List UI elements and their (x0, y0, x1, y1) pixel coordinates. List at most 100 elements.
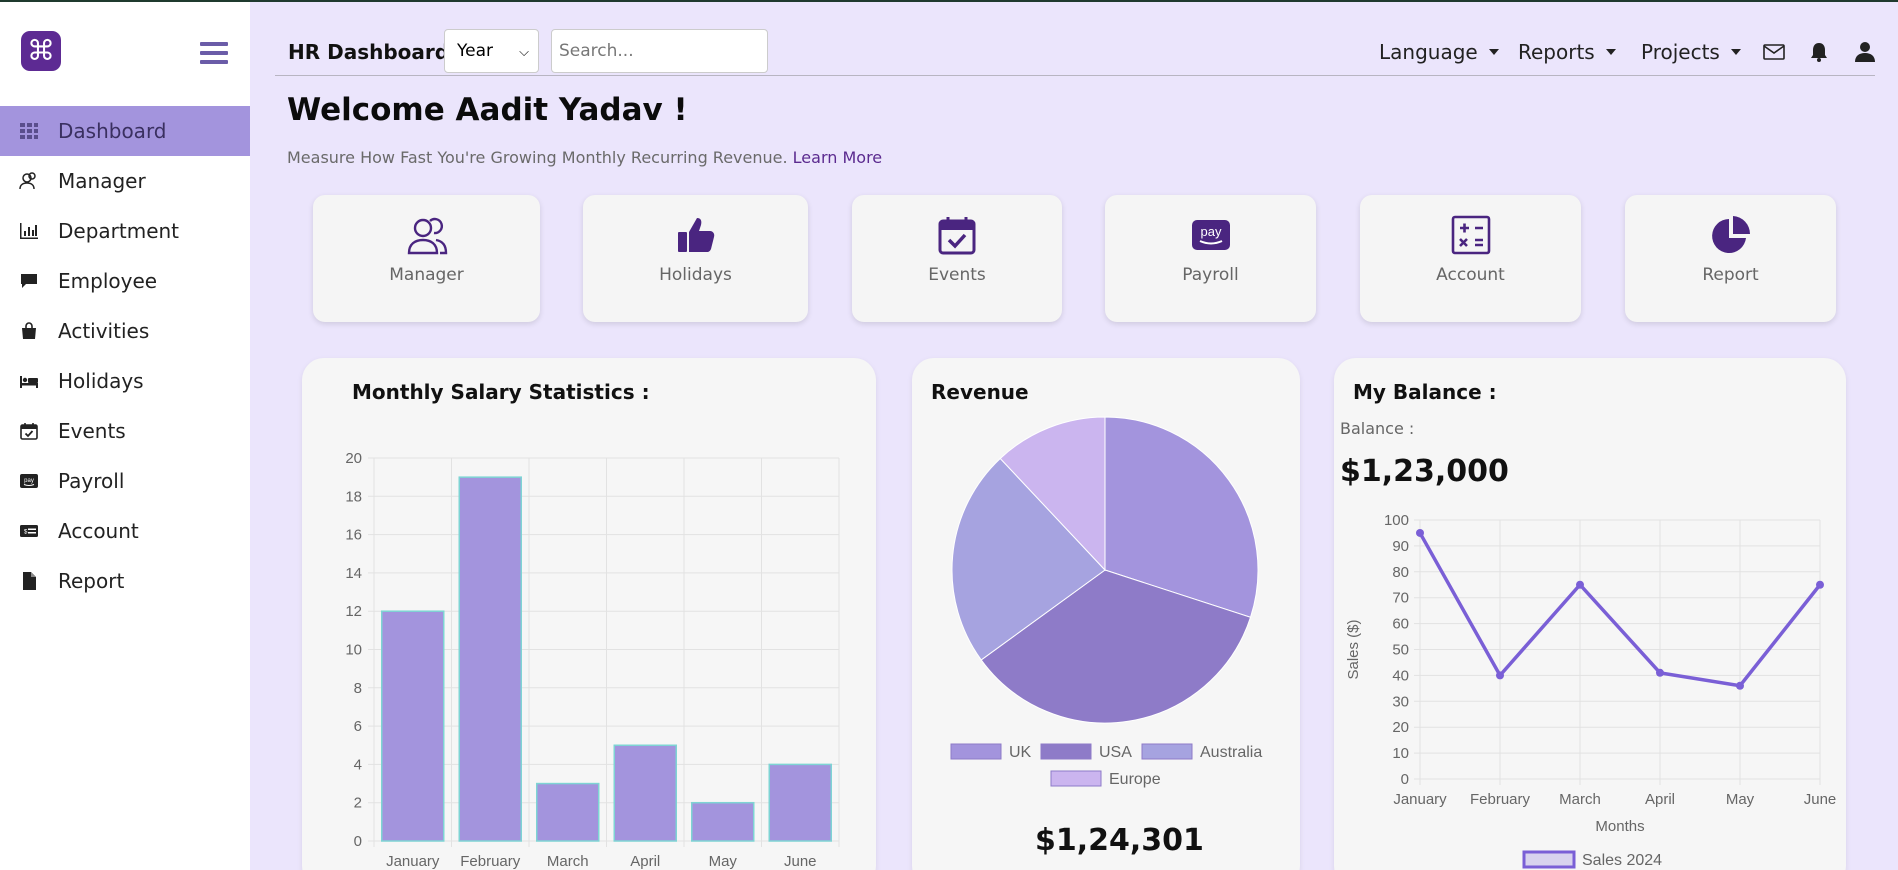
revenue-amount: $1,24,301 (1035, 823, 1204, 858)
y-tick-label: 2 (354, 795, 362, 812)
money-card-icon: $ (18, 520, 40, 542)
bar-chart-icon (18, 220, 40, 242)
balance-panel: My Balance : Balance : $1,23,000 0 10 20 30… (1334, 358, 1846, 870)
data-point (1416, 528, 1424, 537)
x-tick-label: May (1726, 791, 1755, 808)
legend-label: Europe (1109, 771, 1161, 788)
revenue-pie-chart: UK USA Australia Europe (950, 416, 1262, 788)
users-icon (313, 214, 540, 256)
calendar-check-icon (852, 214, 1062, 256)
sidebar-item-department[interactable]: Department (0, 206, 250, 256)
users-icon (18, 170, 40, 192)
menu-projects[interactable]: Projects (1641, 40, 1741, 64)
sidebar-item-label: Holidays (58, 369, 144, 393)
sidebar-nav: Dashboard Manager Department Employee Ac… (0, 106, 250, 606)
card-payroll[interactable]: pay Payroll (1105, 195, 1316, 322)
sidebar-item-label: Events (58, 419, 126, 443)
svg-text:pay: pay (1200, 224, 1221, 239)
y-tick-label: 100 (1384, 512, 1409, 529)
card-holidays[interactable]: Holidays (583, 195, 808, 322)
legend-label: UK (1009, 744, 1032, 761)
bag-icon (18, 320, 40, 342)
period-select-value: Year (457, 41, 493, 61)
card-events[interactable]: Events (852, 195, 1062, 322)
series-line (1418, 532, 1822, 688)
x-tick-label: March (1559, 791, 1601, 808)
y-tick-label: 14 (345, 565, 362, 582)
file-icon (18, 570, 40, 592)
caret-down-icon (1488, 49, 1499, 55)
menu-reports[interactable]: Reports (1518, 40, 1616, 64)
x-tick-label: January (386, 853, 440, 870)
sidebar-item-label: Report (58, 569, 125, 593)
pay-icon: pay (1105, 214, 1316, 256)
sidebar-item-label: Activities (58, 319, 150, 343)
top-header: HR Dashboard Year ⌵ Language Reports Pro… (275, 28, 1875, 76)
pie-chart-icon (1625, 214, 1836, 256)
period-select[interactable]: Year ⌵ (444, 29, 539, 73)
menu-language[interactable]: Language (1379, 40, 1499, 64)
card-account[interactable]: Account (1360, 195, 1581, 322)
x-tick-label: February (460, 853, 521, 870)
user-icon[interactable] (1854, 41, 1876, 63)
bar (768, 763, 832, 842)
y-tick-label: 16 (345, 527, 362, 544)
bar (536, 782, 600, 842)
svg-text:pay: pay (24, 478, 34, 484)
card-label: Payroll (1182, 265, 1239, 285)
y-tick-label: 80 (1392, 564, 1409, 581)
sidebar-item-report[interactable]: Report (0, 556, 250, 606)
y-tick-label: 0 (1401, 771, 1409, 788)
y-tick-label: 40 (1392, 667, 1409, 684)
welcome-subtitle-text: Measure How Fast You're Growing Monthly … (287, 148, 788, 167)
card-report[interactable]: Report (1625, 195, 1836, 322)
search-input[interactable] (551, 29, 768, 73)
caret-down-icon (1730, 49, 1741, 55)
window-top-border (0, 0, 1898, 2)
sidebar-item-payroll[interactable]: pay Payroll (0, 456, 250, 506)
bar (381, 610, 445, 842)
data-point (1816, 580, 1824, 589)
mail-icon[interactable] (1763, 41, 1785, 63)
y-tick-label: 70 (1392, 590, 1409, 607)
salary-bar-chart: 0 2 4 6 8 10 12 14 16 18 20 January February March Apr… (345, 450, 840, 870)
y-tick-label: 18 (345, 488, 362, 505)
bar (613, 744, 677, 842)
grid-icon (18, 120, 40, 142)
bar (691, 801, 755, 842)
sidebar-item-activities[interactable]: Activities (0, 306, 250, 356)
y-tick-label: 6 (354, 718, 362, 735)
y-tick-label: 20 (1392, 719, 1409, 736)
y-tick-label: 4 (354, 756, 362, 773)
sidebar-item-holidays[interactable]: Holidays (0, 356, 250, 406)
sidebar: ⌘ Dashboard Manager Department Employee … (0, 2, 250, 870)
revenue-panel: Revenue UK USA Australia Europe $1,24,301 (912, 358, 1300, 870)
hamburger-menu-icon[interactable] (200, 42, 228, 68)
caret-down-icon (1605, 49, 1616, 55)
sidebar-item-employee[interactable]: Employee (0, 256, 250, 306)
legend-swatch (950, 743, 1002, 760)
sidebar-item-label: Department (58, 219, 180, 243)
thumbs-up-icon (583, 214, 808, 256)
calculator-icon (1360, 214, 1581, 256)
data-point (1736, 681, 1744, 690)
command-icon[interactable]: ⌘ (21, 31, 61, 71)
menu-language-label: Language (1379, 40, 1478, 64)
x-tick-label: January (1393, 791, 1447, 808)
legend-label: USA (1099, 744, 1132, 761)
x-tick-label: June (1804, 791, 1837, 808)
card-label: Holidays (659, 265, 732, 285)
bar (458, 476, 522, 842)
learn-more-link[interactable]: Learn More (793, 148, 882, 167)
card-manager[interactable]: Manager (313, 195, 540, 322)
bed-icon (18, 370, 40, 392)
y-tick-label: 0 (354, 833, 362, 850)
bell-icon[interactable] (1808, 41, 1830, 63)
sidebar-item-events[interactable]: Events (0, 406, 250, 456)
sidebar-item-account[interactable]: $ Account (0, 506, 250, 556)
sidebar-item-manager[interactable]: Manager (0, 156, 250, 206)
legend-swatch (1040, 743, 1092, 760)
sidebar-item-label: Account (58, 519, 139, 543)
card-label: Account (1436, 265, 1505, 285)
sidebar-item-dashboard[interactable]: Dashboard (0, 106, 250, 156)
